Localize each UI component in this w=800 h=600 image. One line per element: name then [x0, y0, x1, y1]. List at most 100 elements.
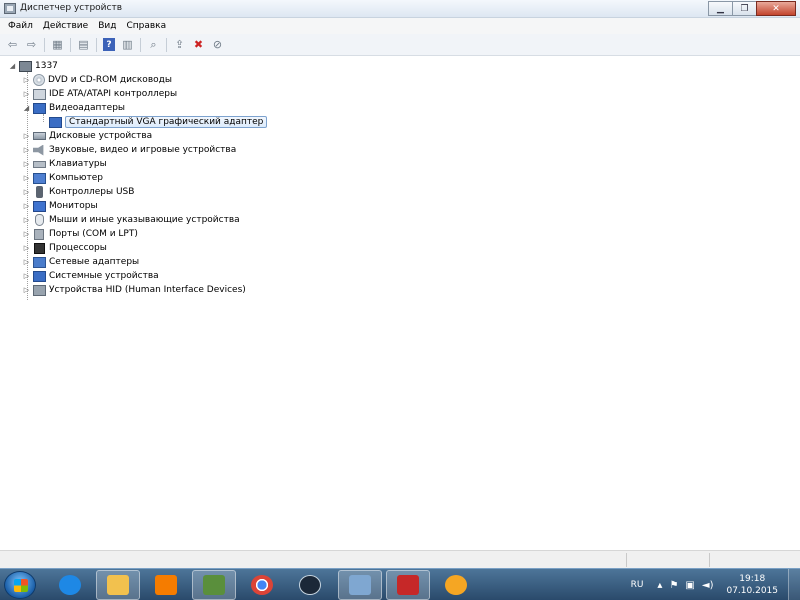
tree-node-mice[interactable]: ▷ Мыши и иные указывающие устройства: [22, 213, 240, 227]
tree-node-label: Клавиатуры: [49, 159, 107, 169]
tree-node-label: Стандартный VGA графический адаптер: [65, 116, 268, 128]
menu-view[interactable]: Вид: [93, 21, 121, 31]
tree-node-keyboards[interactable]: ▷ Клавиатуры: [22, 157, 107, 171]
update-driver-icon[interactable]: ⇪: [171, 37, 188, 53]
tree-node-hid[interactable]: ▷ Устройства HID (Human Interface Device…: [22, 283, 246, 297]
taskbar-system-monitor[interactable]: [192, 570, 236, 600]
tree-node-label: IDE ATA/ATAPI контроллеры: [49, 89, 178, 99]
tree-node-ports[interactable]: ▷ Порты (COM и LPT): [22, 227, 138, 241]
show-hidden-icons-arrow-icon[interactable]: ▴: [657, 580, 662, 591]
close-button[interactable]: ✕: [756, 1, 796, 16]
collapse-arrow-icon[interactable]: ◢: [8, 62, 17, 71]
window-controls: ▁ ❐ ✕: [708, 1, 796, 16]
device-tree: ◢ 1337 ▷ DVD и CD-ROM дисководы ▷ IDE AT…: [2, 58, 798, 548]
maximize-button[interactable]: ❐: [732, 1, 757, 16]
tree-node-label: Контроллеры USB: [49, 187, 135, 197]
taskbar-toolbox[interactable]: [386, 570, 430, 600]
sound-icon: [33, 144, 44, 156]
steam-icon: [299, 575, 321, 595]
chrome-icon: [251, 575, 273, 595]
expand-arrow-icon[interactable]: ▷: [22, 188, 31, 197]
taskbar-steam[interactable]: [288, 570, 332, 600]
minimize-button[interactable]: ▁: [708, 1, 733, 16]
tree-node-label: Сетевые адаптеры: [49, 257, 140, 267]
internet-explorer-icon: [59, 575, 81, 595]
tree-node-vga-adapter[interactable]: Стандартный VGA графический адаптер: [49, 115, 268, 129]
toolbar-separator: [96, 37, 97, 52]
expand-arrow-icon[interactable]: ▷: [22, 216, 31, 225]
expand-arrow-icon[interactable]: ▷: [22, 146, 31, 155]
toolbar: ⇦ ⇨ ▦ ▤ ? ▥ ⌕ ⇪ ✖ ⊘: [0, 34, 800, 56]
clock[interactable]: 19:18 07.10.2015: [726, 573, 778, 597]
tree-guide-line: [43, 114, 44, 122]
taskbar-chrome[interactable]: [240, 570, 284, 600]
tree-node-usb[interactable]: ▷ Контроллеры USB: [22, 185, 134, 199]
media-player-icon: [155, 575, 177, 595]
tree-root-node[interactable]: ◢ 1337: [8, 59, 58, 73]
expand-arrow-icon[interactable]: ▷: [22, 160, 31, 169]
expand-arrow-icon[interactable]: ▷: [22, 258, 31, 267]
toolbar-separator: [70, 37, 71, 52]
tree-node-system-devices[interactable]: ▷ Системные устройства: [22, 269, 159, 283]
system-devices-icon: [33, 270, 46, 282]
tree-node-disk-drives[interactable]: ▷ Дисковые устройства: [22, 129, 152, 143]
expand-arrow-icon[interactable]: ▷: [22, 286, 31, 295]
monitor-icon: [33, 200, 46, 212]
tree-node-dvd[interactable]: ▷ DVD и CD-ROM дисководы: [22, 73, 172, 87]
toolbar-separator: [166, 37, 167, 52]
expand-arrow-icon[interactable]: ▷: [22, 174, 31, 183]
start-button[interactable]: [4, 571, 36, 599]
expand-arrow-icon[interactable]: ▷: [22, 244, 31, 253]
show-desktop-button[interactable]: [788, 569, 800, 600]
menu-action[interactable]: Действие: [38, 21, 93, 31]
expand-arrow-icon[interactable]: ▷: [22, 230, 31, 239]
menu-file[interactable]: Файл: [3, 21, 38, 31]
tree-node-label: DVD и CD-ROM дисководы: [48, 75, 172, 85]
back-icon[interactable]: ⇦: [4, 37, 21, 53]
properties-icon[interactable]: ▤: [75, 37, 92, 53]
tree-node-computer[interactable]: ▷ Компьютер: [22, 171, 103, 185]
dvd-icon: [33, 74, 45, 86]
taskbar-internet-explorer[interactable]: [48, 570, 92, 600]
expand-arrow-icon[interactable]: ▷: [22, 272, 31, 281]
action-center-flag-icon[interactable]: ⚑: [669, 580, 678, 591]
system-monitor-icon: [203, 575, 225, 595]
taskbar-media-player[interactable]: [144, 570, 188, 600]
expand-arrow-icon[interactable]: ▷: [22, 202, 31, 211]
device-manager-app-icon: [4, 3, 16, 14]
device-manager-icon: [349, 575, 371, 595]
tree-node-network[interactable]: ▷ Сетевые адаптеры: [22, 255, 139, 269]
tree-node-label: Звуковые, видео и игровые устройства: [49, 145, 237, 155]
expand-arrow-icon[interactable]: ▷: [22, 76, 31, 85]
toolbar-separator: [44, 37, 45, 52]
tree-node-label: 1337: [35, 61, 58, 71]
tree-node-label: Системные устройства: [49, 271, 159, 281]
tree-node-monitors[interactable]: ▷ Мониторы: [22, 199, 98, 213]
taskbar-device-manager[interactable]: [338, 570, 382, 600]
expand-arrow-icon[interactable]: ▷: [22, 132, 31, 141]
menu-help[interactable]: Справка: [121, 21, 171, 31]
scan-hardware-icon[interactable]: ⌕: [145, 37, 162, 53]
network-icon[interactable]: ▣: [685, 580, 694, 591]
clock-date: 07.10.2015: [726, 586, 778, 596]
collapse-arrow-icon[interactable]: ◢: [22, 104, 31, 113]
tree-node-display-adapters[interactable]: ◢ Видеоадаптеры: [22, 101, 125, 115]
show-hide-tree-icon[interactable]: ▦: [49, 37, 66, 53]
volume-icon[interactable]: ◄): [702, 580, 714, 591]
taskbar-app[interactable]: [434, 570, 478, 600]
status-separator: [626, 553, 627, 567]
view-icon[interactable]: ▥: [119, 37, 136, 53]
language-indicator[interactable]: RU: [631, 580, 644, 590]
forward-icon[interactable]: ⇨: [23, 37, 40, 53]
disable-icon[interactable]: ⊘: [209, 37, 226, 53]
menu-bar: Файл Действие Вид Справка: [0, 18, 800, 34]
taskbar-file-explorer[interactable]: [96, 570, 140, 600]
tree-node-label: Мониторы: [49, 201, 98, 211]
processor-icon: [34, 242, 45, 254]
help-icon[interactable]: ?: [103, 38, 115, 51]
uninstall-icon[interactable]: ✖: [190, 37, 207, 53]
expand-arrow-icon[interactable]: ▷: [22, 90, 31, 99]
tree-node-sound[interactable]: ▷ Звуковые, видео и игровые устройства: [22, 143, 236, 157]
tree-node-ide[interactable]: ▷ IDE ATA/ATAPI контроллеры: [22, 87, 177, 101]
tree-node-processors[interactable]: ▷ Процессоры: [22, 241, 107, 255]
